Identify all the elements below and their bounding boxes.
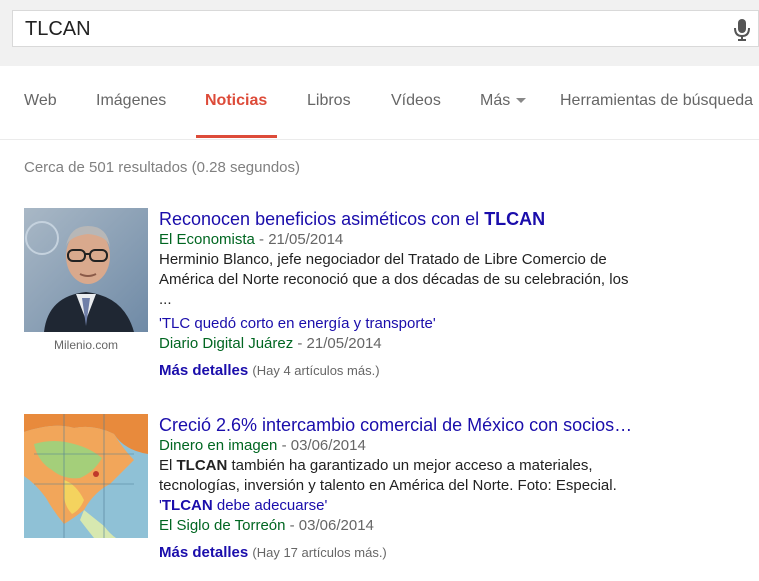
more-details-row: Más detalles (Hay 17 artículos más.) xyxy=(159,543,759,563)
news-result: Milenio.com Reconocen beneficios asiméti… xyxy=(24,208,759,383)
tab-videos[interactable]: Vídeos xyxy=(391,92,441,110)
tab-web[interactable]: Web xyxy=(24,92,57,110)
chevron-down-icon xyxy=(516,98,527,104)
tab-images[interactable]: Imágenes xyxy=(96,92,166,110)
map-image-icon xyxy=(24,414,148,538)
result-stats: Cerca de 501 resultados (0.28 segundos) xyxy=(24,159,301,176)
active-tab-indicator xyxy=(196,135,277,138)
snippet-text: también ha garantizado un mejor acceso a… xyxy=(159,457,617,494)
tab-more[interactable]: Más xyxy=(480,92,527,110)
more-details-row: Más detalles (Hay 4 artículos más.) xyxy=(159,361,759,381)
result-title-bold: TLCAN xyxy=(484,209,546,229)
result-content: Creció 2.6% intercambio comercial de Méx… xyxy=(159,414,759,563)
result-date: - 03/06/2014 xyxy=(277,437,366,454)
related-article-link[interactable]: 'TLCAN debe adecuarse' xyxy=(159,496,759,516)
portrait-image-icon xyxy=(24,208,148,332)
related-source: El Siglo de Torreón xyxy=(159,517,286,534)
thumbnail-caption: Milenio.com xyxy=(53,338,119,352)
result-thumbnail[interactable] xyxy=(24,414,148,538)
result-thumbnail[interactable] xyxy=(24,208,148,332)
related-date: - 21/05/2014 xyxy=(293,335,382,352)
top-bar xyxy=(0,0,759,66)
result-meta: Dinero en imagen - 03/06/2014 xyxy=(159,436,759,456)
related-article-bold: TLCAN xyxy=(161,497,213,514)
search-box[interactable] xyxy=(12,10,759,47)
related-date: - 03/06/2014 xyxy=(285,517,374,534)
related-source: Diario Digital Juárez xyxy=(159,335,294,352)
related-article-text: 'TLC quedó corto en energía y transporte… xyxy=(159,315,436,332)
snippet-prefix: El xyxy=(159,457,177,474)
more-articles-count: (Hay 17 artículos más.) xyxy=(252,545,387,560)
result-snippet: El TLCAN también ha garantizado un mejor… xyxy=(159,456,639,496)
result-date: - 21/05/2014 xyxy=(254,231,344,248)
tab-search-tools[interactable]: Herramientas de búsqueda xyxy=(560,92,753,110)
result-title-text: Reconocen beneficios asiméticos con el xyxy=(159,209,485,229)
tab-more-label: Más xyxy=(480,92,511,109)
result-source: Dinero en imagen xyxy=(159,437,278,454)
more-articles-count: (Hay 4 artículos más.) xyxy=(252,363,380,378)
result-title-link[interactable]: Creció 2.6% intercambio comercial de Méx… xyxy=(159,414,759,436)
result-content: Reconocen beneficios asiméticos con el T… xyxy=(159,208,759,381)
related-article-link[interactable]: 'TLC quedó corto en energía y transporte… xyxy=(159,314,759,334)
result-snippet: Herminio Blanco, jefe negociador del Tra… xyxy=(159,251,629,308)
tab-books[interactable]: Libros xyxy=(307,92,351,110)
microphone-icon[interactable] xyxy=(732,18,752,42)
related-article-meta: Diario Digital Juárez - 21/05/2014 xyxy=(159,334,759,354)
more-details-link[interactable]: Más detalles xyxy=(159,544,248,561)
result-title-link[interactable]: Reconocen beneficios asiméticos con el T… xyxy=(159,208,759,230)
related-article-suffix: debe adecuarse' xyxy=(212,497,328,514)
tab-news[interactable]: Noticias xyxy=(205,92,267,110)
more-details-link[interactable]: Más detalles xyxy=(159,362,248,379)
related-article-meta: El Siglo de Torreón - 03/06/2014 xyxy=(159,516,759,536)
result-title-text: Creció 2.6% intercambio comercial de Méx… xyxy=(159,415,633,435)
news-result: Creció 2.6% intercambio comercial de Méx… xyxy=(24,414,759,574)
search-tabs: Web Imágenes Noticias Libros Vídeos Más … xyxy=(0,66,759,140)
result-meta: El Economista - 21/05/2014 xyxy=(159,230,759,250)
snippet-bold: TLCAN xyxy=(176,457,228,474)
result-source: El Economista xyxy=(159,231,255,248)
search-input[interactable] xyxy=(25,17,705,41)
